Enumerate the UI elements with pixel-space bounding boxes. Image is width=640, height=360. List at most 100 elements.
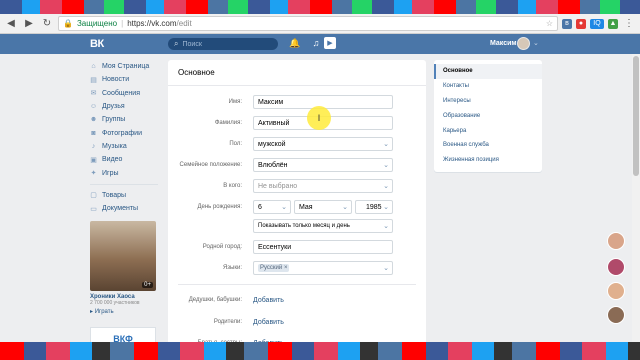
play-icon[interactable]: ▶: [324, 37, 336, 49]
chevron-down-icon: ⌄: [342, 204, 348, 211]
menu-icon[interactable]: ⋮: [622, 17, 636, 31]
desktop-background-bottom: [0, 342, 640, 360]
grandparents-label: Дедушки, бабушки:: [188, 297, 242, 303]
sidebar-item-messages[interactable]: ✉ Сообщения: [90, 87, 160, 100]
chevron-down-icon: ⌄: [383, 223, 389, 230]
birthday-visibility-select[interactable]: Показывать только месяц и день ⌄: [253, 219, 393, 233]
tab-career[interactable]: Карьера: [434, 123, 542, 138]
chevron-down-icon: ⌄: [383, 265, 389, 272]
scrollbar-thumb[interactable]: [633, 56, 639, 176]
tab-contacts[interactable]: Контакты: [434, 79, 542, 94]
marital-label: Семейное положение:: [179, 162, 242, 168]
camera-icon: ◙: [91, 129, 96, 137]
home-icon: ⌂: [91, 63, 96, 71]
friend-avatar[interactable]: [607, 258, 625, 276]
divider: [90, 183, 158, 185]
mouse-cursor-highlight: I: [307, 106, 331, 130]
add-grandparents-link[interactable]: Добавить: [253, 297, 284, 304]
hometown-label: Родной город:: [202, 244, 242, 250]
divider: [178, 284, 416, 285]
scrollbar[interactable]: [632, 54, 640, 342]
first-name-label: Имя:: [228, 99, 242, 105]
vk-extension-icon[interactable]: в: [562, 18, 572, 29]
languages-label: Языки:: [222, 265, 242, 271]
lock-icon: 🔒: [63, 19, 73, 28]
languages-select[interactable]: Русский × ⌄: [253, 261, 393, 275]
music-icon: ♪: [91, 142, 96, 150]
tab-military[interactable]: Военная служба: [434, 138, 542, 153]
tab-life-position[interactable]: Жизненная позиция: [434, 153, 542, 168]
star-icon[interactable]: ☆: [546, 19, 553, 28]
tab-education[interactable]: Образование: [434, 108, 542, 123]
sidebar-item-docs[interactable]: ▭ Документы: [90, 202, 160, 215]
friends-icon: ☺: [89, 103, 98, 111]
chevron-down-icon[interactable]: ⌄: [533, 39, 539, 47]
friend-avatar[interactable]: [607, 232, 625, 250]
vk-logo[interactable]: ВК: [90, 38, 104, 50]
chevron-down-icon: ⌄: [383, 204, 389, 211]
user-name[interactable]: Максим: [490, 40, 517, 47]
extension-icon-2[interactable]: ▲: [608, 18, 618, 29]
video-icon: ▣: [90, 156, 97, 164]
url-host: https://vk.com: [127, 19, 177, 28]
hometown-input[interactable]: Ессентуки: [253, 240, 393, 254]
age-badge: 0+: [142, 282, 153, 289]
secure-label: Защищено: [76, 19, 118, 28]
news-icon: ▤: [90, 76, 97, 84]
language-tag[interactable]: Русский ×: [258, 264, 290, 272]
iq-extension-icon[interactable]: IQ: [590, 18, 604, 29]
close-icon[interactable]: ×: [284, 265, 288, 271]
bell-icon[interactable]: 🔔: [289, 37, 301, 49]
chevron-down-icon: ⌄: [383, 141, 389, 148]
forward-icon[interactable]: ▶: [22, 17, 36, 31]
extension-icon[interactable]: ●: [576, 18, 586, 29]
profile-sections-menu: Основное Контакты Интересы Образование К…: [434, 60, 542, 172]
marital-select[interactable]: Влюблён ⌄: [253, 158, 393, 172]
friend-avatar[interactable]: [607, 306, 625, 324]
ad-subtitle: 2 700 000 участников: [90, 300, 140, 307]
sidebar-item-music[interactable]: ♪ Музыка: [90, 140, 160, 153]
chevron-down-icon: ⌄: [383, 183, 389, 190]
search-input[interactable]: ⌕ Поиск: [168, 38, 278, 50]
parents-label: Родители:: [213, 319, 242, 325]
ad-play-link[interactable]: ▸ Играть: [90, 308, 160, 315]
sidebar-item-video[interactable]: ▣ Видео: [90, 153, 160, 166]
sidebar-item-my-page[interactable]: ⌂ Моя Страница: [90, 60, 160, 73]
sex-label: Пол:: [229, 141, 242, 147]
sidebar-item-photos[interactable]: ◙ Фотографии: [90, 126, 160, 139]
groups-icon: ☻: [89, 116, 98, 124]
left-sidebar: ⌂ Моя Страница ▤ Новости ✉ Сообщения ☺ Друзь…: [90, 60, 160, 352]
sidebar-item-goods[interactable]: ▢ Товары: [90, 189, 160, 202]
avatar[interactable]: [517, 37, 530, 50]
birthday-year-select[interactable]: 1985 ⌄: [355, 200, 393, 214]
sidebar-item-friends[interactable]: ☺ Друзья: [90, 100, 160, 113]
browser-toolbar: ◀ ▶ ↻ 🔒 Защищено | https://vk.com/edit ☆…: [0, 14, 640, 34]
reload-icon[interactable]: ↻: [40, 17, 54, 31]
back-icon[interactable]: ◀: [4, 17, 18, 31]
last-name-label: Фамилия:: [214, 120, 242, 126]
partner-select[interactable]: Не выбрано ⌄: [253, 179, 393, 193]
sidebar-item-games[interactable]: ✦ Игры: [90, 166, 160, 179]
chevron-down-icon: ⌄: [383, 162, 389, 169]
address-bar[interactable]: 🔒 Защищено | https://vk.com/edit ☆: [58, 16, 558, 31]
birthday-day-select[interactable]: 6 ⌄: [253, 200, 291, 214]
gamepad-icon: ✦: [90, 170, 97, 178]
edit-profile-panel: Основное Имя: Максим Фамилия: Активный П…: [168, 60, 426, 350]
tab-main[interactable]: Основное: [434, 64, 542, 79]
birthday-month-select[interactable]: Мая ⌄: [294, 200, 352, 214]
add-parents-link[interactable]: Добавить: [253, 319, 284, 326]
ad-image[interactable]: 0+: [90, 221, 156, 292]
sidebar-item-news[interactable]: ▤ Новости: [90, 73, 160, 86]
sidebar-item-groups[interactable]: ☻ Группы: [90, 113, 160, 126]
message-icon: ✉: [90, 90, 97, 98]
chevron-down-icon: ⌄: [281, 204, 287, 211]
tab-interests[interactable]: Интересы: [434, 94, 542, 109]
search-placeholder: Поиск: [182, 40, 202, 48]
friend-avatar[interactable]: [607, 282, 625, 300]
music-icon[interactable]: ♫: [310, 37, 322, 49]
partner-label: В кого:: [223, 183, 242, 189]
sex-select[interactable]: мужской ⌄: [253, 137, 393, 151]
birthday-label: День рождения:: [197, 204, 242, 210]
vk-header: ВК ⌕ Поиск 🔔 ♫ ▶ Максим ⌄: [0, 34, 640, 54]
panel-title: Основное: [168, 60, 426, 86]
